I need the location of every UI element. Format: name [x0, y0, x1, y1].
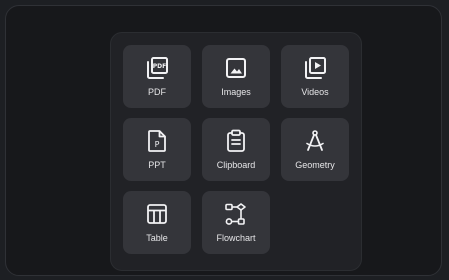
tile-label-images: Images	[221, 87, 251, 97]
tile-label-geometry: Geometry	[295, 160, 335, 170]
tile-label-clipboard: Clipboard	[216, 160, 256, 170]
ppt-button[interactable]: P PPT	[123, 118, 191, 181]
clipboard-button[interactable]: Clipboard	[202, 118, 270, 181]
svg-text:PDF: PDF	[153, 63, 166, 70]
tile-label-table: Table	[146, 233, 168, 243]
geometry-button[interactable]: Geometry	[281, 118, 349, 181]
clipboard-icon	[227, 129, 245, 152]
app-window: PDF PDF Images Videos P PPT Clipboard Ge…	[5, 5, 442, 276]
flowchart-button[interactable]: Flowchart	[202, 191, 270, 254]
images-button[interactable]: Images	[202, 45, 270, 108]
compass-icon	[306, 130, 324, 151]
image-icon	[226, 58, 246, 78]
svg-text:P: P	[155, 140, 160, 149]
tile-label-ppt: PPT	[148, 160, 166, 170]
pdf-icon: PDF	[147, 57, 168, 79]
ppt-icon: P	[148, 130, 166, 152]
table-button[interactable]: Table	[123, 191, 191, 254]
videos-button[interactable]: Videos	[281, 45, 349, 108]
attachment-menu: PDF PDF Images Videos P PPT Clipboard Ge…	[110, 32, 362, 271]
video-icon	[305, 57, 326, 79]
tile-label-flowchart: Flowchart	[216, 233, 256, 243]
tile-label-pdf: PDF	[148, 87, 166, 97]
flowchart-icon	[225, 203, 246, 225]
pdf-button[interactable]: PDF PDF	[123, 45, 191, 108]
table-icon	[147, 204, 167, 224]
tile-label-videos: Videos	[301, 87, 329, 97]
